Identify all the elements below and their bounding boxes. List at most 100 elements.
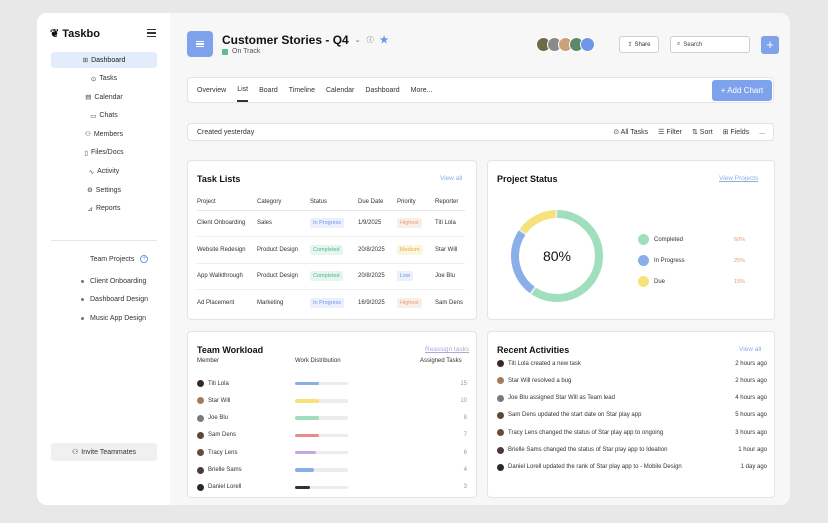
sort-button[interactable]: ⇅ Sort	[692, 128, 713, 136]
member-name: Titi Lola	[208, 380, 229, 387]
activity-text: Star Will resolved a bug	[508, 377, 572, 384]
add-button[interactable]: +	[761, 36, 779, 54]
search-icon: ⌕	[677, 41, 681, 47]
sidebar-item-members[interactable]: ⚇ Members	[51, 126, 157, 142]
task-lists-card: Task Lists View all Project Category Sta…	[187, 160, 477, 320]
activity-row[interactable]: Daniel Lorell updated the rank of Star p…	[497, 459, 767, 476]
priority-badge: Highest	[397, 218, 422, 229]
workload-bar	[295, 468, 348, 472]
tab-list[interactable]: List	[237, 78, 249, 102]
assigned-count: 15	[460, 380, 467, 387]
member-avatars[interactable]	[536, 37, 595, 52]
team-projects-list: Client Onboarding Dashboard Design Music…	[81, 272, 148, 328]
tab-calendar[interactable]: Calendar	[326, 78, 354, 102]
add-project-icon[interactable]: +	[140, 255, 149, 263]
workload-row[interactable]: Joe Blu 8	[197, 410, 467, 427]
sidebar-item-calendar[interactable]: ▤ Calendar	[51, 89, 157, 105]
search-input[interactable]: ⌕ Search	[670, 36, 750, 53]
workload-bar-fill	[295, 381, 319, 386]
all-tasks-button[interactable]: ⊙ All Tasks	[613, 128, 648, 136]
fields-button[interactable]: ⊞ Fields	[723, 128, 750, 136]
more-options-button[interactable]: ...	[759, 129, 765, 136]
table-row[interactable]: Ad Placement Marketing In Progress 16/9/…	[197, 290, 465, 317]
legend-item: Due 15%	[638, 271, 745, 292]
star-icon[interactable]: ★	[380, 35, 389, 46]
legend-item: In Progress 25%	[638, 250, 745, 271]
sidebar-item-reports[interactable]: ⊿ Reports	[51, 201, 157, 217]
sidebar-item-dashboard[interactable]: ⊞ Dashboard	[51, 52, 157, 68]
add-chart-button[interactable]: + Add Chart	[712, 80, 772, 101]
sidebar-item-chats[interactable]: ▭ Chats	[51, 108, 157, 124]
avatar[interactable]	[580, 37, 595, 52]
sidebar-item-activity[interactable]: ∿ Activity	[51, 164, 157, 180]
members-icon: ⚇	[84, 131, 91, 139]
workload-row[interactable]: Titi Lola 15	[197, 375, 467, 392]
status-donut-chart: 80%	[511, 210, 603, 302]
legend-item: Completed 60%	[638, 229, 745, 250]
status-badge: In Progress	[310, 218, 345, 229]
workload-row[interactable]: Sam Dens 7	[197, 427, 467, 444]
reassign-tasks-link[interactable]: Reassign tasks	[425, 346, 469, 353]
share-button[interactable]: ⇪ Share	[619, 36, 659, 53]
activity-row[interactable]: Tracy Lens changed the status of Star pl…	[497, 424, 767, 441]
calendar-icon: ▤	[85, 94, 92, 102]
view-projects-link[interactable]: View Projects	[719, 175, 758, 182]
menu-toggle-icon[interactable]	[147, 29, 156, 37]
activities-view-all-link[interactable]: View all	[739, 346, 761, 353]
cell-reporter: Sam Dens	[435, 300, 464, 306]
invite-teammates-button[interactable]: ⚇ Invite Teammates	[51, 443, 157, 461]
status-badge: On Track	[222, 48, 260, 55]
cell-due-date: 16/9/2025	[358, 300, 385, 306]
activity-row[interactable]: Joe Blu assigned Star Will as Team lead 4…	[497, 390, 767, 407]
activity-time: 3 hours ago	[735, 429, 767, 436]
workload-bar	[295, 416, 348, 420]
team-project-item[interactable]: Dashboard Design	[81, 291, 148, 310]
task-lists-view-all-link[interactable]: View all	[440, 175, 462, 182]
tab-more[interactable]: More...	[411, 78, 433, 102]
workload-row[interactable]: Brielle Sams 4	[197, 462, 467, 479]
sidebar-item-tasks[interactable]: ⊙ Tasks	[51, 71, 157, 87]
sidebar-item-files[interactable]: ▯ Files/Docs	[51, 145, 157, 161]
activity-row[interactable]: Titi Lola created a new task 2 hours ago	[497, 355, 767, 372]
workload-row[interactable]: Star Will 10	[197, 392, 467, 409]
project-status-title: Project Status	[497, 174, 558, 184]
priority-badge: Low	[397, 271, 414, 282]
app-logo[interactable]: ❦ Taskbo	[50, 27, 100, 41]
task-lists-title: Task Lists	[197, 174, 241, 184]
app-name: Taskbo	[62, 27, 100, 40]
filter-button[interactable]: ☰ Filter	[658, 128, 682, 136]
table-row[interactable]: Website Redesign Product Design Complete…	[197, 236, 465, 264]
sidebar-item-settings[interactable]: ⚙ Settings	[51, 182, 157, 198]
activity-text: Tracy Lens changed the status of Star pl…	[508, 429, 664, 436]
activity-time: 2 hours ago	[735, 360, 767, 367]
team-project-item[interactable]: Client Onboarding	[81, 272, 148, 291]
table-row[interactable]: Client Onboarding Sales In Progress 1/9/…	[197, 210, 465, 237]
sidebar-divider	[51, 240, 157, 241]
member-name: Sam Dens	[208, 432, 237, 439]
info-icon[interactable]: ⓘ	[367, 35, 374, 45]
column-header: Category	[257, 194, 310, 211]
cell-due-date: 1/9/2025	[358, 210, 397, 237]
sort-icon: ⇅	[691, 129, 698, 136]
chat-icon: ▭	[90, 112, 97, 120]
tab-timeline[interactable]: Timeline	[289, 78, 315, 102]
cell-category: Sales	[257, 210, 310, 237]
table-row[interactable]: App Walkthrough Product Design Completed…	[197, 263, 465, 290]
tab-dashboard[interactable]: Dashboard	[365, 78, 399, 102]
avatar	[497, 360, 504, 367]
activity-row[interactable]: Brielle Sams changed the status of Star …	[497, 442, 767, 459]
team-project-item[interactable]: Music App Design	[81, 309, 148, 328]
activity-row[interactable]: Star Will resolved a bug 2 hours ago	[497, 372, 767, 389]
tab-board[interactable]: Board	[259, 78, 278, 102]
chevron-down-icon[interactable]: ⌄	[355, 36, 361, 44]
grid-icon: ⊞	[82, 57, 89, 64]
workload-row[interactable]: Tracy Lens 6	[197, 444, 467, 461]
tab-overview[interactable]: Overview	[197, 78, 226, 102]
workload-row[interactable]: Daniel Lorell 3	[197, 479, 467, 496]
assigned-count: 4	[463, 467, 467, 473]
activity-row[interactable]: Sam Dens updated the start date on Star …	[497, 407, 767, 424]
status-badge: Completed	[310, 271, 343, 282]
fields-icon: ⊞	[722, 129, 729, 136]
workload-bar-fill	[295, 433, 319, 438]
column-header: Status	[310, 194, 358, 211]
